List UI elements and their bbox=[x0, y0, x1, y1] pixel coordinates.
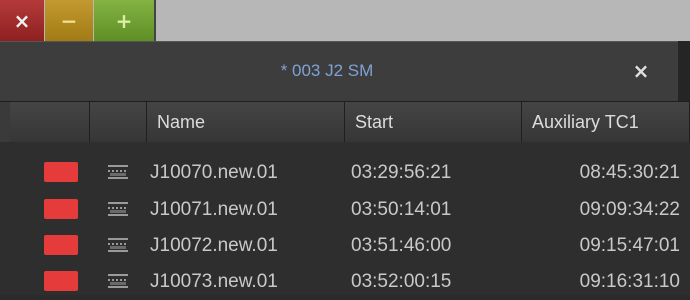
clip-auxiliary-tc1: 08:45:30:21 bbox=[579, 162, 680, 183]
window-titlebar: × − + bbox=[0, 0, 690, 41]
bin-header: * 003 J2 SM × bbox=[0, 41, 690, 102]
clip-name: J10070.new.01 bbox=[150, 162, 278, 183]
titlebar-divider bbox=[154, 0, 156, 41]
window-close-button[interactable]: × bbox=[0, 0, 44, 41]
column-header-icon[interactable] bbox=[90, 102, 147, 142]
window-minimize-button[interactable]: − bbox=[45, 0, 93, 41]
column-header-auxiliary-tc1[interactable]: Auxiliary TC1 bbox=[522, 102, 690, 142]
clip-list: J10070.new.01 03:29:56:21 08:45:30:21 J1… bbox=[0, 142, 690, 295]
clip-icon bbox=[108, 165, 128, 179]
clip-name: J10073.new.01 bbox=[150, 271, 278, 292]
clip-start: 03:29:56:21 bbox=[351, 162, 452, 183]
clip-name: J10072.new.01 bbox=[150, 235, 278, 256]
clip-icon bbox=[108, 202, 128, 216]
header-edge bbox=[678, 41, 690, 101]
clip-auxiliary-tc1: 09:15:47:01 bbox=[579, 235, 680, 256]
clip-row[interactable]: J10072.new.01 03:51:46:00 09:15:47:01 bbox=[0, 227, 690, 264]
clip-start: 03:51:46:00 bbox=[351, 235, 452, 256]
bin-close-button[interactable]: × bbox=[626, 56, 656, 86]
clip-color-swatch bbox=[44, 271, 78, 291]
clip-row[interactable]: J10073.new.01 03:52:00:15 09:16:31:10 bbox=[0, 263, 690, 300]
clip-auxiliary-tc1: 09:09:34:22 bbox=[579, 199, 680, 220]
column-header-color[interactable] bbox=[10, 102, 90, 142]
window-maximize-button[interactable]: + bbox=[94, 0, 154, 41]
column-header-name[interactable]: Name bbox=[147, 102, 345, 142]
clip-name: J10071.new.01 bbox=[150, 199, 278, 220]
clip-row[interactable]: J10071.new.01 03:50:14:01 09:09:34:22 bbox=[0, 191, 690, 228]
clip-color-swatch bbox=[44, 199, 78, 219]
clip-icon bbox=[108, 274, 128, 288]
column-header-start[interactable]: Start bbox=[345, 102, 522, 142]
clip-row[interactable]: J10070.new.01 03:29:56:21 08:45:30:21 bbox=[0, 154, 690, 191]
clip-color-swatch bbox=[44, 235, 78, 255]
clip-color-swatch bbox=[44, 162, 78, 182]
column-header-row: Name Start Auxiliary TC1 bbox=[0, 101, 690, 143]
bin-title: * 003 J2 SM bbox=[280, 61, 374, 80]
clip-auxiliary-tc1: 09:16:31:10 bbox=[579, 271, 680, 292]
clip-icon bbox=[108, 238, 128, 252]
clip-start: 03:50:14:01 bbox=[351, 199, 452, 220]
clip-start: 03:52:00:15 bbox=[351, 271, 452, 292]
